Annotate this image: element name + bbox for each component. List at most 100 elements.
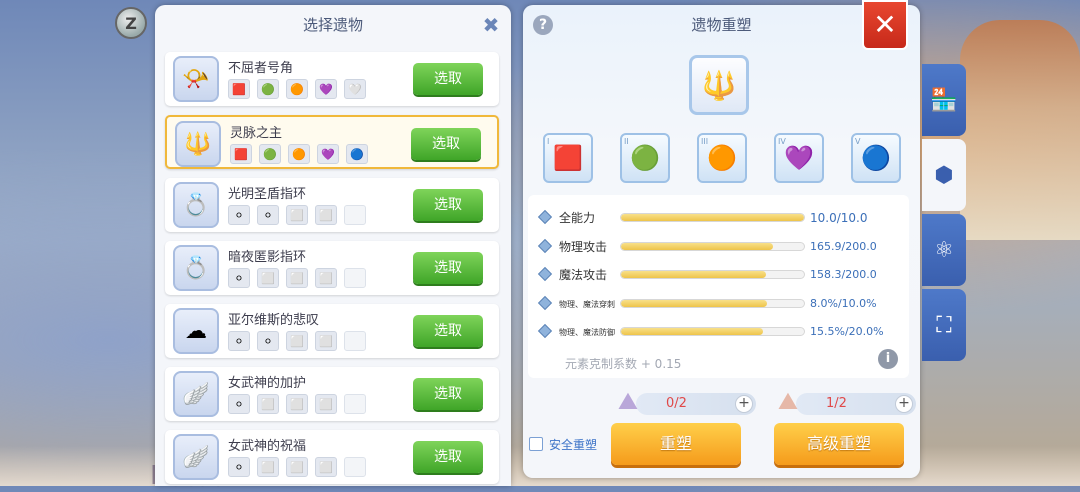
material-icon: 🟠 bbox=[288, 144, 310, 164]
relic-row[interactable]: 📯 不屈者号角 🟥 🟢 🟠 💜 🤍 选取 bbox=[165, 52, 499, 106]
relic-name: 不屈者号角 bbox=[228, 61, 294, 76]
material-icon: ⬜ bbox=[315, 457, 337, 477]
select-relic-button[interactable]: 选取 bbox=[413, 252, 483, 284]
shop-icon[interactable]: 🏪 bbox=[922, 64, 966, 136]
material-icon: 🟠 bbox=[286, 79, 308, 99]
safe-reforge-checkbox[interactable] bbox=[529, 437, 543, 451]
stat-value: 10.0/10.0 bbox=[810, 211, 868, 225]
material-icon: ⬜ bbox=[286, 394, 308, 414]
stat-name: 魔法攻击 bbox=[559, 268, 608, 282]
material-slots: ⚪ ⬜ ⬜ ⬜ bbox=[228, 268, 366, 288]
relic-name: 女武神的祝福 bbox=[228, 439, 307, 454]
relic-row[interactable]: 🪽 女武神的祝福 ⚪ ⬜ ⬜ ⬜ 选取 bbox=[165, 430, 499, 484]
reforge-material-card[interactable]: I 🟥 bbox=[543, 133, 593, 183]
stat-row: 物理、魔法穿刺 8.0%/10.0% bbox=[528, 294, 909, 314]
material-icon: ⚪ bbox=[228, 394, 250, 414]
relic-icon: 💍 bbox=[173, 245, 219, 291]
cubes-icon[interactable]: ⬢ bbox=[922, 139, 966, 211]
help-icon[interactable]: ? bbox=[533, 15, 553, 35]
relic-row[interactable]: 🪽 女武神的加护 ⚪ ⬜ ⬜ ⬜ 选取 bbox=[165, 367, 499, 421]
stat-value: 165.9/200.0 bbox=[810, 239, 877, 253]
material-icon: ⬜ bbox=[315, 331, 337, 351]
reforge-material-card[interactable]: III 🟠 bbox=[697, 133, 747, 183]
advanced-reforge-button[interactable]: 高级重塑 bbox=[774, 423, 904, 465]
stat-diamond-icon bbox=[537, 209, 553, 225]
stat-diamond-icon bbox=[537, 295, 553, 310]
stat-value: 158.3/200.0 bbox=[810, 268, 877, 281]
select-relic-button[interactable]: 选取 bbox=[413, 378, 483, 410]
tier-label: II bbox=[624, 137, 629, 146]
tier-label: III bbox=[701, 137, 709, 146]
material-icon: ⬜ bbox=[257, 394, 279, 414]
material-icon: ⬜ bbox=[315, 394, 337, 414]
stat-bar-fill bbox=[621, 242, 773, 250]
stat-value: 8.0%/10.0% bbox=[810, 296, 877, 310]
cost-count: 0/2 bbox=[666, 396, 687, 411]
relic-icon: 💍 bbox=[173, 182, 219, 228]
background-building bbox=[960, 20, 1080, 240]
relic-row[interactable]: ☁ 亚尔维斯的悲叹 ⚪ ⚪ ⬜ ⬜ 选取 bbox=[165, 304, 499, 358]
reforge-material-card[interactable]: V 🔵 bbox=[851, 133, 901, 183]
select-relic-button[interactable]: 选取 bbox=[413, 63, 483, 95]
relic-icon: 🪽 bbox=[173, 371, 219, 417]
material-icon: 🟥 bbox=[228, 79, 250, 99]
empty-material-slot bbox=[344, 268, 366, 288]
material-icon: ⚪ bbox=[228, 331, 250, 351]
material-slots: ⚪ ⬜ ⬜ ⬜ bbox=[228, 394, 366, 414]
stat-row: 物理、魔法防御 15.5%/20.0% bbox=[528, 322, 909, 342]
reforge-button[interactable]: 重塑 bbox=[611, 423, 741, 465]
relic-icon: 🪽 bbox=[173, 434, 219, 480]
stat-value: 15.5%/20.0% bbox=[810, 325, 884, 338]
reforge-material-card[interactable]: II 🟢 bbox=[620, 133, 670, 183]
stat-row: 魔法攻击 158.3/200.0 bbox=[528, 265, 909, 285]
relic-row[interactable]: 🔱 灵脉之主 🟥 🟢 🟠 💜 🔵 选取 bbox=[165, 115, 499, 169]
relic-icon: 🔱 bbox=[175, 121, 221, 167]
close-icon[interactable]: ✕ bbox=[862, 0, 908, 50]
material-icon: ⚪ bbox=[228, 205, 250, 225]
select-relic-button[interactable]: 选取 bbox=[413, 315, 483, 347]
relic-icon: ☁ bbox=[173, 308, 219, 354]
material-icon: ⬜ bbox=[286, 268, 308, 288]
info-icon[interactable]: i bbox=[878, 349, 898, 369]
relic-name: 亚尔维斯的悲叹 bbox=[228, 313, 320, 328]
relic-name: 暗夜匿影指环 bbox=[228, 250, 307, 265]
material-slots: ⚪ ⚪ ⬜ ⬜ bbox=[228, 205, 366, 225]
reforge-material-card[interactable]: IV 💜 bbox=[774, 133, 824, 183]
material-icon: ⬜ bbox=[257, 457, 279, 477]
stat-bar-fill bbox=[621, 328, 763, 335]
material-icon: ⬜ bbox=[315, 268, 337, 288]
material-icon: 🔵 bbox=[861, 144, 891, 172]
molecule-icon[interactable]: ⚛ bbox=[922, 214, 966, 286]
frame-icon[interactable]: ⛶ bbox=[922, 289, 966, 361]
stat-bar bbox=[620, 270, 805, 279]
cost-pill-2: ⛰ 1/2 + bbox=[778, 387, 916, 415]
material-icon: 💜 bbox=[784, 144, 814, 172]
material-icon: ⬜ bbox=[286, 205, 308, 225]
material-icon: 💜 bbox=[317, 144, 339, 164]
cost-pill-1: ⛰ 0/2 + bbox=[618, 387, 756, 415]
material-icon: ⚪ bbox=[257, 205, 279, 225]
stat-bar-fill bbox=[621, 299, 768, 307]
select-relic-button[interactable]: 选取 bbox=[413, 189, 483, 221]
relic-select-panel: 选择遗物 ✖ 📯 不屈者号角 🟥 🟢 🟠 💜 🤍 选取 🔱 灵脉之主 🟥 🟢 🟠 💜 🔵 选取 💍 光明圣盾指环 ⚪… bbox=[155, 5, 511, 486]
close-icon[interactable]: ✖ bbox=[481, 15, 501, 35]
relic-name: 光明圣盾指环 bbox=[228, 187, 307, 202]
select-relic-button[interactable]: 选取 bbox=[413, 441, 483, 473]
relic-select-title: 选择遗物 bbox=[302, 16, 363, 34]
stat-bar-fill bbox=[621, 214, 804, 221]
stat-name: 物理攻击 bbox=[559, 239, 608, 254]
stat-bar bbox=[620, 241, 805, 251]
material-icon: ⬜ bbox=[257, 268, 279, 288]
add-material-button[interactable]: + bbox=[735, 395, 753, 413]
z-menu-button[interactable]: Z bbox=[115, 7, 147, 39]
cost-count: 1/2 bbox=[826, 396, 847, 411]
relic-row[interactable]: 💍 暗夜匿影指环 ⚪ ⬜ ⬜ ⬜ 选取 bbox=[165, 241, 499, 295]
add-material-button[interactable]: + bbox=[895, 395, 913, 413]
select-relic-button[interactable]: 选取 bbox=[411, 128, 481, 160]
material-icon: ⬜ bbox=[286, 457, 308, 477]
material-icon: 🔵 bbox=[346, 144, 368, 164]
stat-name: 物理、魔法穿刺 bbox=[559, 299, 615, 309]
stat-name: 全能力 bbox=[559, 211, 596, 225]
relic-reforge-panel: 遗物重塑 ? 🔱 I 🟥 II 🟢 III 🟠 IV 💜 V 🔵 全能力 10.0/10.0 物理攻击… bbox=[523, 5, 920, 478]
relic-row[interactable]: 💍 光明圣盾指环 ⚪ ⚪ ⬜ ⬜ 选取 bbox=[165, 178, 499, 232]
